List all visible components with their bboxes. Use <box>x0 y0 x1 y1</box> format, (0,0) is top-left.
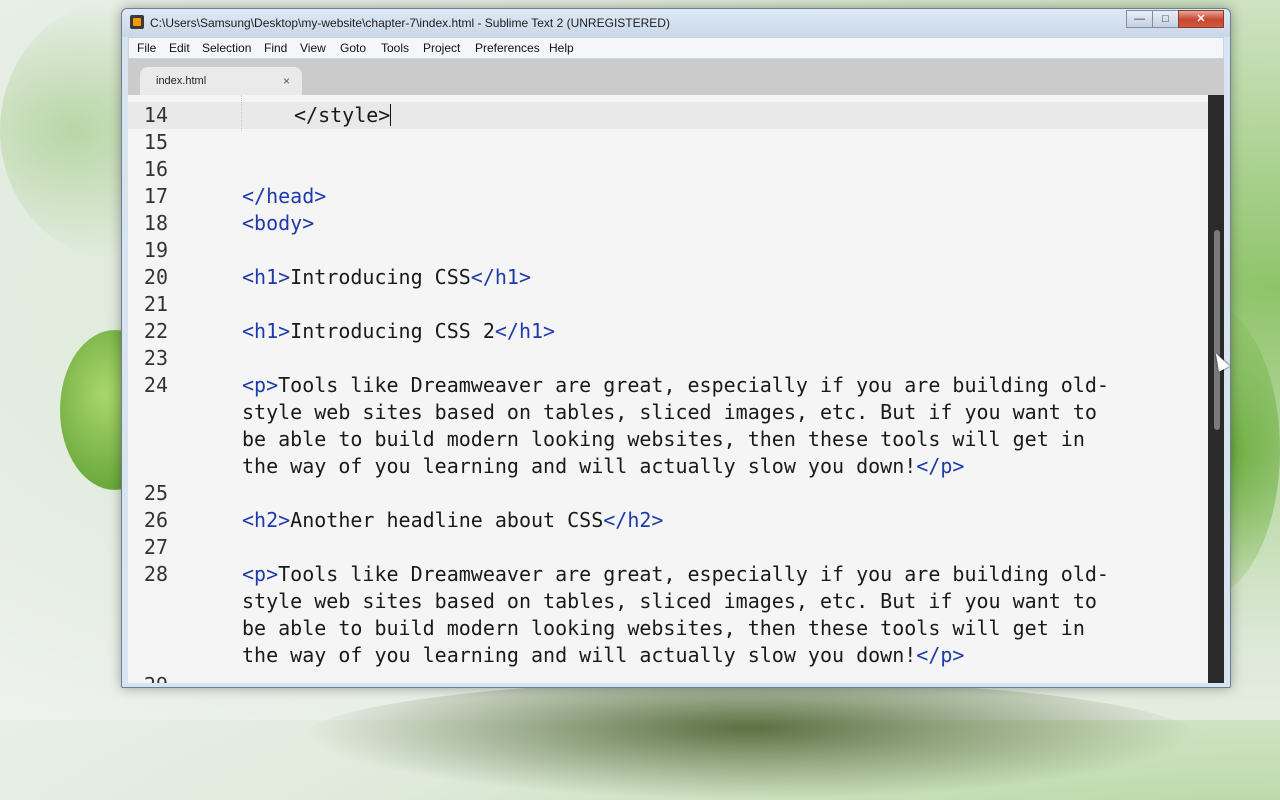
line-number: 22 <box>143 319 168 343</box>
tab-close-icon[interactable]: × <box>283 74 290 88</box>
code-line: </style> <box>294 102 392 129</box>
code-text: Introducing CSS <box>290 265 471 289</box>
code-text: the way of you learning and will actuall… <box>242 454 917 478</box>
menu-project[interactable]: Project <box>423 41 460 55</box>
code-line: <body> <box>242 210 314 237</box>
window-controls: — □ ✕ <box>1126 10 1224 28</box>
menu-help[interactable]: Help <box>549 41 574 55</box>
vertical-scrollbar[interactable] <box>1208 95 1224 683</box>
html-tag: <p> <box>242 373 279 397</box>
code-text: Tools like Dreamweaver are great, especi… <box>278 562 1109 586</box>
code-line: <h1>Introducing CSS 2</h1> <box>242 318 555 345</box>
close-button[interactable]: ✕ <box>1178 10 1224 28</box>
menu-edit[interactable]: Edit <box>169 41 190 55</box>
menu-selection[interactable]: Selection <box>202 41 251 55</box>
code-text: the way of you learning and will actuall… <box>242 643 917 667</box>
menu-tools[interactable]: Tools <box>381 41 409 55</box>
menu-view[interactable]: View <box>300 41 326 55</box>
line-number: 23 <box>143 346 168 370</box>
html-tag: </h2> <box>603 508 664 532</box>
line-number: 19 <box>143 238 168 262</box>
tab-bar: index.html × <box>128 59 1224 95</box>
html-tag: </h1> <box>470 265 532 289</box>
code-text: style web sites based on tables, sliced … <box>242 589 1097 613</box>
title-bar[interactable]: C:\Users\Samsung\Desktop\my-website\chap… <box>122 9 1230 37</box>
code-text: Another headline about CSS <box>290 508 604 532</box>
minimize-button[interactable]: — <box>1126 10 1153 28</box>
window-title: C:\Users\Samsung\Desktop\my-website\chap… <box>150 16 670 30</box>
line-number: 24 <box>143 373 168 397</box>
html-tag: <p> <box>242 562 279 586</box>
code-token: </style> <box>294 103 391 127</box>
tab-index-html[interactable]: index.html × <box>140 67 302 95</box>
code-line: <h2>Another headline about CSS</h2> <box>242 507 663 534</box>
html-tag: <body> <box>242 211 315 235</box>
menu-file[interactable]: File <box>137 41 156 55</box>
line-number: 27 <box>143 535 168 559</box>
html-tag: </p> <box>916 643 965 667</box>
code-text: Introducing CSS 2 <box>290 319 495 343</box>
tab-label: index.html <box>156 75 207 87</box>
background-ground <box>300 680 1200 800</box>
code-editor[interactable]: 14 </style> 15 16 17 </head> 18 <body> 1… <box>128 95 1224 683</box>
html-tag: <h2> <box>242 508 291 532</box>
code-line-wrap: be able to build modern looking websites… <box>242 426 1085 453</box>
code-line-wrap: style web sites based on tables, sliced … <box>242 399 1097 426</box>
sublime-window: C:\Users\Samsung\Desktop\my-website\chap… <box>121 8 1231 688</box>
sublime-app-icon <box>130 15 144 29</box>
code-text: Tools like Dreamweaver are great, especi… <box>278 373 1109 397</box>
code-line: </head> <box>242 183 326 210</box>
html-tag: <h1> <box>242 265 291 289</box>
scrollbar-thumb[interactable] <box>1214 230 1220 430</box>
menu-bar: File Edit Selection Find View Goto Tools… <box>128 37 1224 59</box>
line-number: 25 <box>143 481 168 505</box>
line-number: 28 <box>143 562 168 586</box>
html-tag: </head> <box>242 184 327 208</box>
code-line-wrap: be able to build modern looking websites… <box>242 615 1085 642</box>
html-tag: </p> <box>916 454 965 478</box>
code-line: <p>Tools like Dreamweaver are great, esp… <box>242 372 1109 399</box>
code-line-wrap: style web sites based on tables, sliced … <box>242 588 1097 615</box>
current-line-highlight <box>128 102 1208 129</box>
text-cursor <box>390 104 392 126</box>
line-number: 29 <box>128 672 168 683</box>
indent-guide <box>241 95 243 131</box>
code-text: be able to build modern looking websites… <box>242 427 1085 451</box>
html-tag: </h1> <box>494 319 556 343</box>
code-text: style web sites based on tables, sliced … <box>242 400 1097 424</box>
menu-preferences[interactable]: Preferences <box>475 41 540 55</box>
code-line-wrap: the way of you learning and will actuall… <box>242 642 964 669</box>
line-number: 15 <box>143 130 168 154</box>
line-number: 21 <box>143 292 168 316</box>
line-number: 20 <box>143 265 168 289</box>
line-number: 18 <box>143 211 168 235</box>
code-line: <p>Tools like Dreamweaver are great, esp… <box>242 561 1109 588</box>
html-tag: <h1> <box>242 319 291 343</box>
code-text: be able to build modern looking websites… <box>242 616 1085 640</box>
line-number: 14 <box>143 103 168 127</box>
line-number: 17 <box>143 184 168 208</box>
code-line-wrap: the way of you learning and will actuall… <box>242 453 964 480</box>
line-number: 26 <box>143 508 168 532</box>
menu-goto[interactable]: Goto <box>340 41 366 55</box>
maximize-button[interactable]: □ <box>1152 10 1179 28</box>
menu-find[interactable]: Find <box>264 41 287 55</box>
line-number: 16 <box>143 157 168 181</box>
code-line: <h1>Introducing CSS</h1> <box>242 264 531 291</box>
